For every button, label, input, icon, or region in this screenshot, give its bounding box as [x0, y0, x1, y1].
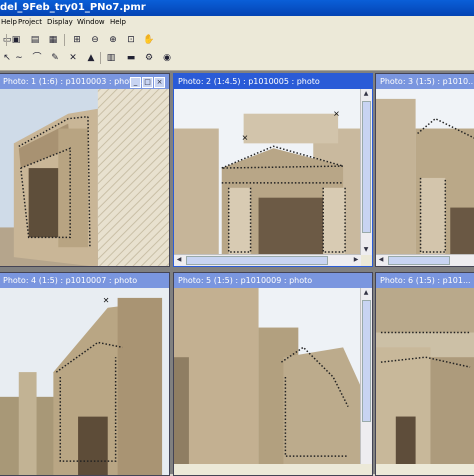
photo-window-3-title: Photo: 3 (1:5) : p1010... [380, 77, 474, 86]
horizontal-scrollbar[interactable]: ◀ [376, 254, 474, 266]
vertical-scrollbar[interactable]: ▲ [360, 288, 372, 464]
photo-image-6[interactable] [376, 288, 474, 464]
svg-text:✕: ✕ [103, 296, 110, 305]
photo-window-6-caption[interactable]: Photo: 6 (1:5) : p101... [376, 273, 474, 288]
title-bar: del_9Feb_try01_PNo7.pmr [0, 0, 474, 16]
photo-grid-icon[interactable]: ▦ [46, 34, 60, 46]
pan-icon[interactable]: ✋ [142, 34, 156, 46]
scroll-left-icon[interactable]: ◀ [376, 255, 386, 265]
photo-image-1[interactable] [0, 89, 169, 266]
toolbar-separator [6, 34, 7, 46]
scroll-thumb[interactable] [362, 101, 371, 233]
photo-image-3[interactable] [376, 89, 474, 255]
menu-item-display[interactable]: Display [47, 16, 73, 28]
photo-window-3[interactable]: Photo: 3 (1:5) : p1010... ◀ [375, 73, 474, 267]
grid-icon[interactable]: ◉ [160, 52, 174, 64]
zoom-fit-icon[interactable]: ⊞ [70, 34, 84, 46]
toolbar-separator [64, 34, 65, 46]
measure-icon[interactable]: ▬ [124, 52, 138, 64]
toolbar: ▭ ▣ ▤ ▦ ⊞ ⊖ ⊕ ⊡ ✋ ↖ ∼ ⌒ ✎ ✕ ▲ ▥ ▬ ⚙ ◉ [0, 28, 474, 71]
scroll-up-icon[interactable]: ▲ [361, 89, 371, 99]
edit-icon[interactable]: ✎ [48, 52, 62, 64]
photo-icon[interactable]: ▣ [9, 34, 23, 46]
photo-list-icon[interactable]: ▤ [28, 34, 42, 46]
photo-window-6[interactable]: Photo: 6 (1:5) : p101... [375, 272, 474, 476]
scroll-right-icon[interactable]: ▶ [351, 255, 361, 265]
scroll-thumb[interactable] [388, 256, 450, 265]
draw-curve-icon[interactable]: ⌒ [30, 52, 44, 64]
menu-bar: Help Project Display Window Help [0, 16, 474, 28]
scroll-down-icon[interactable]: ▼ [361, 245, 371, 255]
maximize-icon[interactable]: □ [142, 77, 153, 88]
photo-window-4[interactable]: Photo: 4 (1:5) : p1010007 : photo ✕ [0, 272, 170, 476]
close-icon[interactable]: × [154, 77, 165, 88]
photo-window-5[interactable]: Photo: 5 (1:5) : p1010009 : photo ▲ [173, 272, 373, 476]
menu-item-help-left[interactable]: Help [1, 16, 17, 28]
photo-workspace: Photo: 1 (1:6) : p1010003 : photo... _ □… [0, 71, 474, 476]
tool-icon[interactable]: ▲ [84, 52, 98, 64]
svg-text:✕: ✕ [242, 133, 249, 142]
window-title: del_9Feb_try01_PNo7.pmr [0, 2, 146, 13]
zoom-in-icon[interactable]: ⊕ [106, 34, 120, 46]
photo-window-5-caption[interactable]: Photo: 5 (1:5) : p1010009 : photo [174, 273, 372, 288]
zoom-out-icon[interactable]: ⊖ [88, 34, 102, 46]
horizontal-scrollbar[interactable]: ◀ ▶ [174, 254, 361, 266]
scroll-thumb[interactable] [362, 300, 371, 422]
photo-window-2[interactable]: Photo: 2 (1:4.5) : p1010005 : photo ✕ ✕ [173, 73, 373, 267]
zoom-region-icon[interactable]: ⊡ [124, 34, 138, 46]
photo-window-1-caption[interactable]: Photo: 1 (1:6) : p1010003 : photo... _ □… [0, 74, 169, 89]
scroll-thumb[interactable] [186, 256, 328, 265]
photo-window-6-title: Photo: 6 (1:5) : p101... [380, 276, 471, 285]
menu-item-window[interactable]: Window [77, 16, 105, 28]
photo-window-4-caption[interactable]: Photo: 4 (1:5) : p1010007 : photo [0, 273, 169, 288]
menu-item-project[interactable]: Project [18, 16, 42, 28]
table-icon[interactable]: ▥ [104, 52, 118, 64]
photo-window-2-caption[interactable]: Photo: 2 (1:4.5) : p1010005 : photo [174, 74, 372, 89]
photo-image-2[interactable]: ✕ ✕ [174, 89, 361, 255]
photo-window-5-title: Photo: 5 (1:5) : p1010009 : photo [178, 276, 313, 285]
photo-window-3-caption[interactable]: Photo: 3 (1:5) : p1010... [376, 74, 474, 89]
photo-image-4[interactable]: ✕ [0, 288, 169, 475]
svg-text:✕: ✕ [333, 110, 340, 119]
draw-line-icon[interactable]: ∼ [12, 52, 26, 64]
minimize-icon[interactable]: _ [130, 77, 141, 88]
toolbar-separator [100, 52, 101, 64]
photo-image-5[interactable] [174, 288, 361, 464]
scroll-up-icon[interactable]: ▲ [361, 288, 371, 298]
mark-point-icon[interactable]: ✕ [66, 52, 80, 64]
photo-window-1[interactable]: Photo: 1 (1:6) : p1010003 : photo... _ □… [0, 73, 170, 267]
photo-window-2-title: Photo: 2 (1:4.5) : p1010005 : photo [178, 77, 320, 86]
menu-item-help[interactable]: Help [110, 16, 126, 28]
photo-window-1-title: Photo: 1 (1:6) : p1010003 : photo... [3, 77, 145, 86]
vertical-scrollbar[interactable]: ▲ ▼ [360, 89, 372, 255]
ruler-icon[interactable]: ⚙ [142, 52, 156, 64]
photo-window-4-title: Photo: 4 (1:5) : p1010007 : photo [3, 276, 138, 285]
scroll-left-icon[interactable]: ◀ [174, 255, 184, 265]
